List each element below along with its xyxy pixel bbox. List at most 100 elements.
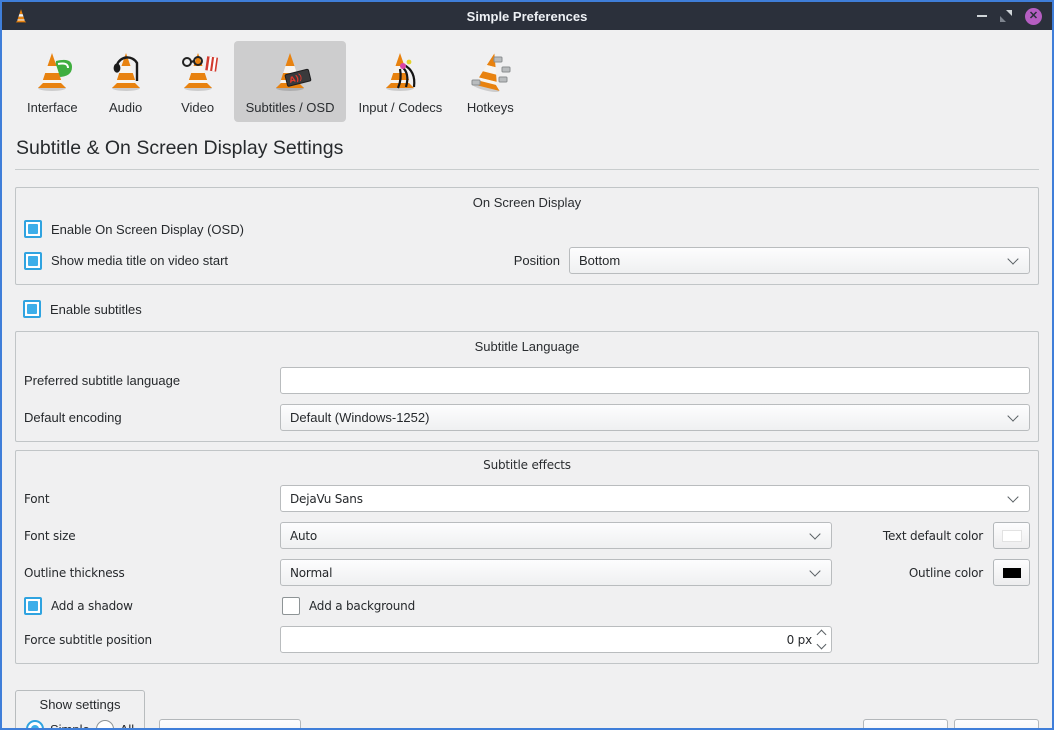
- outline-color-button[interactable]: [993, 559, 1030, 586]
- force-position-spinbox[interactable]: 0 px: [280, 626, 832, 653]
- preferred-language-label: Preferred subtitle language: [24, 373, 280, 388]
- chevron-down-icon: [1007, 491, 1018, 502]
- chevron-down-icon: [1007, 410, 1018, 421]
- font-size-dropdown[interactable]: Auto: [280, 522, 832, 549]
- font-value: DejaVu Sans: [290, 492, 1009, 506]
- simple-radio-label: Simple: [50, 722, 90, 730]
- tab-audio[interactable]: Audio: [90, 41, 162, 122]
- outline-thickness-dropdown[interactable]: Normal: [280, 559, 832, 586]
- tab-label: Hotkeys: [467, 100, 514, 115]
- tab-interface[interactable]: Interface: [15, 41, 90, 122]
- show-settings-group: Show settings Simple All: [15, 690, 145, 730]
- show-settings-options: Simple All: [26, 720, 134, 730]
- outline-color-swatch: [1003, 568, 1021, 578]
- vlc-cone-icon: [12, 6, 30, 26]
- enable-subtitles-row: Enable subtitles: [23, 296, 1039, 322]
- font-size-label: Font size: [24, 529, 280, 543]
- add-shadow-checkbox[interactable]: [24, 597, 42, 615]
- simple-radio-icon[interactable]: [26, 720, 44, 730]
- subtitle-effects-group: Subtitle effects Font DejaVu Sans Font s…: [15, 450, 1039, 664]
- add-background-wrap: Add a background: [282, 597, 1030, 615]
- tab-label: Subtitles / OSD: [246, 100, 335, 115]
- font-label: Font: [24, 492, 280, 506]
- force-position-label: Force subtitle position: [24, 633, 280, 647]
- window-title: Simple Preferences: [2, 9, 1052, 24]
- interface-icon: [28, 47, 76, 95]
- font-row: Font DejaVu Sans: [24, 485, 1030, 512]
- tab-video[interactable]: Video: [162, 41, 234, 122]
- cancel-button[interactable]: Cancel: [954, 719, 1039, 730]
- enable-osd-row: Enable On Screen Display (OSD): [24, 216, 1030, 242]
- tab-hotkeys[interactable]: Hotkeys: [454, 41, 526, 122]
- tab-label: Audio: [109, 100, 142, 115]
- show-media-title-checkbox[interactable]: [24, 252, 42, 270]
- hotkeys-icon: [466, 47, 514, 95]
- minimize-icon[interactable]: [977, 15, 987, 17]
- tab-subtitles-osd[interactable]: A)） Subtitles / OSD: [234, 41, 347, 122]
- footer-bar: Show settings Simple All Reset Preferenc…: [15, 690, 1039, 730]
- titlebar: Simple Preferences ✕: [2, 2, 1052, 30]
- maximize-icon[interactable]: [999, 9, 1013, 23]
- subtitle-language-group: Subtitle Language Preferred subtitle lan…: [15, 331, 1039, 442]
- preferred-language-row: Preferred subtitle language: [24, 367, 1030, 394]
- all-radio-icon[interactable]: [96, 720, 114, 730]
- outline-thickness-row: Outline thickness Normal Outline color: [24, 559, 1030, 586]
- add-background-label: Add a background: [309, 599, 415, 613]
- text-color-swatch: [1002, 530, 1022, 542]
- subtitle-effects-title: Subtitle effects: [24, 455, 1030, 476]
- font-size-row: Font size Auto Text default color: [24, 522, 1030, 549]
- chevron-down-icon: [809, 528, 820, 539]
- add-background-checkbox[interactable]: [282, 597, 300, 615]
- enable-subtitles-label: Enable subtitles: [50, 302, 142, 317]
- chevron-down-icon: [809, 565, 820, 576]
- preferences-content: Interface Audio: [2, 30, 1052, 730]
- media-title-row: Show media title on video start Position…: [24, 247, 1030, 274]
- category-toolbar: Interface Audio: [15, 41, 1039, 122]
- outline-thickness-value: Normal: [290, 566, 811, 580]
- enable-subtitles-checkbox[interactable]: [23, 300, 41, 318]
- default-encoding-label: Default encoding: [24, 410, 280, 425]
- outline-color-label: Outline color: [832, 566, 993, 580]
- spinner-arrows[interactable]: [818, 631, 825, 648]
- subtitles-osd-icon: A)）: [266, 47, 314, 95]
- heading-divider: [15, 169, 1039, 170]
- enable-osd-label: Enable On Screen Display (OSD): [51, 222, 244, 237]
- text-default-color-button[interactable]: [993, 522, 1030, 549]
- tab-input-codecs[interactable]: Input / Codecs: [346, 41, 454, 122]
- radio-simple[interactable]: Simple: [26, 720, 90, 730]
- reset-preferences-button[interactable]: Reset Preferences: [159, 719, 301, 730]
- window-controls: ✕: [977, 8, 1042, 25]
- chevron-down-icon: [1007, 253, 1018, 264]
- osd-group: On Screen Display Enable On Screen Displ…: [15, 187, 1039, 285]
- default-encoding-value: Default (Windows-1252): [290, 410, 1009, 425]
- position-label: Position: [514, 253, 560, 268]
- show-settings-title: Show settings: [26, 697, 134, 720]
- enable-osd-checkbox[interactable]: [24, 220, 42, 238]
- font-dropdown[interactable]: DejaVu Sans: [280, 485, 1030, 512]
- position-dropdown[interactable]: Bottom: [569, 247, 1030, 274]
- font-size-value: Auto: [290, 529, 811, 543]
- tab-label: Interface: [27, 100, 78, 115]
- force-position-row: Force subtitle position 0 px: [24, 626, 1030, 653]
- tab-label: Video: [181, 100, 214, 115]
- default-encoding-row: Default encoding Default (Windows-1252): [24, 404, 1030, 431]
- tab-label: Input / Codecs: [358, 100, 442, 115]
- input-codecs-icon: [376, 47, 424, 95]
- position-value: Bottom: [579, 253, 1009, 268]
- spin-down-icon[interactable]: [817, 640, 827, 650]
- default-encoding-dropdown[interactable]: Default (Windows-1252): [280, 404, 1030, 431]
- video-icon: [174, 47, 222, 95]
- page-title: Subtitle & On Screen Display Settings: [16, 137, 1039, 160]
- show-media-title-label: Show media title on video start: [51, 253, 228, 268]
- simple-preferences-window: Simple Preferences ✕ Interface: [0, 0, 1054, 730]
- subtitle-language-title: Subtitle Language: [24, 336, 1030, 358]
- force-position-value: 0 px: [787, 633, 812, 647]
- close-icon[interactable]: ✕: [1025, 8, 1042, 25]
- preferred-language-input[interactable]: [280, 367, 1030, 394]
- all-radio-label: All: [120, 722, 134, 730]
- spin-up-icon[interactable]: [817, 630, 827, 640]
- radio-all[interactable]: All: [96, 720, 134, 730]
- add-shadow-label: Add a shadow: [51, 599, 133, 613]
- osd-group-title: On Screen Display: [24, 192, 1030, 214]
- save-button[interactable]: Save: [863, 719, 948, 730]
